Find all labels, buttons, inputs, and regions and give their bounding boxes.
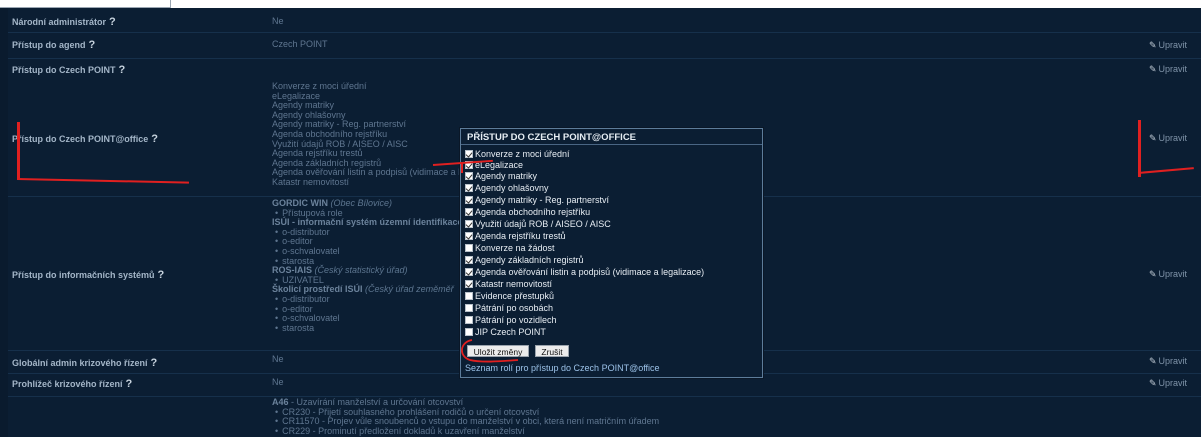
option-evidence-prestupku[interactable]: Evidence přestupků xyxy=(465,291,554,301)
row-agendy: A46 - Uzavírání manželství a určování ot… xyxy=(8,397,1201,437)
checkbox[interactable] xyxy=(465,150,473,158)
option-konverze-zadost[interactable]: Konverze na žádost xyxy=(465,243,555,253)
option-katastr[interactable]: Katastr nemovitostí xyxy=(465,279,552,289)
list-item: Katastr nemovitostí xyxy=(272,176,350,187)
annotation-mark xyxy=(461,163,463,173)
top-strip xyxy=(0,0,1201,8)
edit-link[interactable]: ✎ Upravit xyxy=(1149,64,1187,75)
help-icon[interactable]: ? xyxy=(151,357,158,369)
row-label: Přístup do Czech POINT@office? xyxy=(12,133,159,145)
office-agenda-list: Konverze z moci úřední eLegalizace Agend… xyxy=(272,81,460,188)
row-divider xyxy=(8,58,1201,59)
option-agendy-ohlasovny[interactable]: Agendy ohlašovny xyxy=(465,183,549,193)
checkbox[interactable] xyxy=(465,208,473,216)
checkbox[interactable] xyxy=(465,316,473,324)
option-patrani-vozidla[interactable]: Pátrání po vozidlech xyxy=(465,315,557,325)
row-value: Czech POINT xyxy=(272,39,328,49)
dialog-title: PŘÍSTUP DO CZECH POINT@OFFICE xyxy=(467,132,637,143)
pencil-icon: ✎ xyxy=(1148,40,1157,50)
option-patrani-osoby[interactable]: Pátrání po osobách xyxy=(465,303,553,313)
help-icon[interactable]: ? xyxy=(126,378,133,390)
option-konverze-moc[interactable]: Konverze z moci úřední xyxy=(465,149,570,159)
row-label: Národní administrátor? xyxy=(12,16,116,28)
row-value: Ne xyxy=(272,354,284,364)
agenda-list: A46 - Uzavírání manželství a určování ot… xyxy=(272,397,659,437)
edit-link[interactable]: ✎ Upravit xyxy=(1149,40,1187,51)
checkbox[interactable] xyxy=(465,184,473,192)
help-icon[interactable]: ? xyxy=(151,133,158,145)
checkbox[interactable] xyxy=(465,172,473,180)
annotation-mark xyxy=(1138,120,1141,177)
edit-link[interactable]: ✎ Upravit xyxy=(1149,133,1187,144)
pencil-icon: ✎ xyxy=(1148,356,1157,366)
dialog-title-divider xyxy=(461,144,762,145)
list-item: CR229 - Prominutí předložení dokladů k u… xyxy=(272,426,659,437)
row-value: Ne xyxy=(272,377,284,387)
checkbox[interactable] xyxy=(465,244,473,252)
row-narodni-admin: Národní administrátor? Ne xyxy=(8,12,1201,32)
cancel-button[interactable]: Zrušit xyxy=(535,345,569,357)
row-label: Prohlížeč krizového řízení? xyxy=(12,378,133,390)
row-label: Přístup do informačních systémů? xyxy=(12,269,165,281)
checkbox[interactable] xyxy=(465,304,473,312)
pencil-icon: ✎ xyxy=(1148,378,1157,388)
checkbox[interactable] xyxy=(465,280,473,288)
checkbox[interactable] xyxy=(465,196,473,204)
row-pristup-czech-point: Přístup do Czech POINT? ✎ Upravit xyxy=(8,61,1201,81)
edit-link[interactable]: ✎ Upravit xyxy=(1149,378,1187,389)
row-prohlizec: Prohlížeč krizového řízení? Ne ✎ Upravit xyxy=(8,376,1201,396)
checkbox[interactable] xyxy=(465,220,473,228)
checkbox[interactable] xyxy=(465,292,473,300)
help-icon[interactable]: ? xyxy=(89,39,96,51)
pencil-icon: ✎ xyxy=(1148,133,1157,143)
row-label: Přístup do Czech POINT? xyxy=(12,64,126,76)
row-divider xyxy=(8,32,1201,33)
checkbox[interactable] xyxy=(465,268,473,276)
is-systems-list: GORDIC WIN (Obec Bílovice) Přístupová ro… xyxy=(272,198,463,334)
help-icon[interactable]: ? xyxy=(158,269,165,281)
option-rob-aiseo[interactable]: Využití údajů ROB / AISEO / AISC xyxy=(465,219,611,229)
annotation-mark xyxy=(17,122,20,180)
option-rejstrik-trestu[interactable]: Agenda rejstříku trestů xyxy=(465,231,566,241)
pencil-icon: ✎ xyxy=(1148,269,1157,279)
edit-link[interactable]: ✎ Upravit xyxy=(1149,269,1187,280)
checkbox[interactable] xyxy=(465,256,473,264)
option-vidimace[interactable]: Agenda ověřování listin a podpisů (vidim… xyxy=(465,267,704,277)
row-divider xyxy=(8,396,1201,397)
row-value: Ne xyxy=(272,16,284,26)
checkbox[interactable] xyxy=(465,232,473,240)
help-icon[interactable]: ? xyxy=(109,16,116,28)
help-icon[interactable]: ? xyxy=(119,64,126,76)
option-zakladni-registry[interactable]: Agendy základních registrů xyxy=(465,255,584,265)
top-divider-vertical xyxy=(170,0,171,8)
annotation-circle xyxy=(461,339,519,363)
option-matriky-reg[interactable]: Agendy matriky - Reg. partnerství xyxy=(465,195,609,205)
edit-link[interactable]: ✎ Upravit xyxy=(1149,356,1187,367)
row-label: Přístup do agend? xyxy=(12,39,96,51)
checkbox[interactable] xyxy=(465,328,473,336)
pencil-icon: ✎ xyxy=(1148,64,1157,74)
option-obchodni-rejstrik[interactable]: Agenda obchodního rejstříku xyxy=(465,207,590,217)
row-pristup-agend: Přístup do agend? Czech POINT ✎ Upravit xyxy=(8,36,1201,58)
row-label: Globální admin krizového řízení? xyxy=(12,357,158,369)
option-agendy-matriky[interactable]: Agendy matriky xyxy=(465,171,537,181)
list-item: starosta xyxy=(272,323,463,334)
